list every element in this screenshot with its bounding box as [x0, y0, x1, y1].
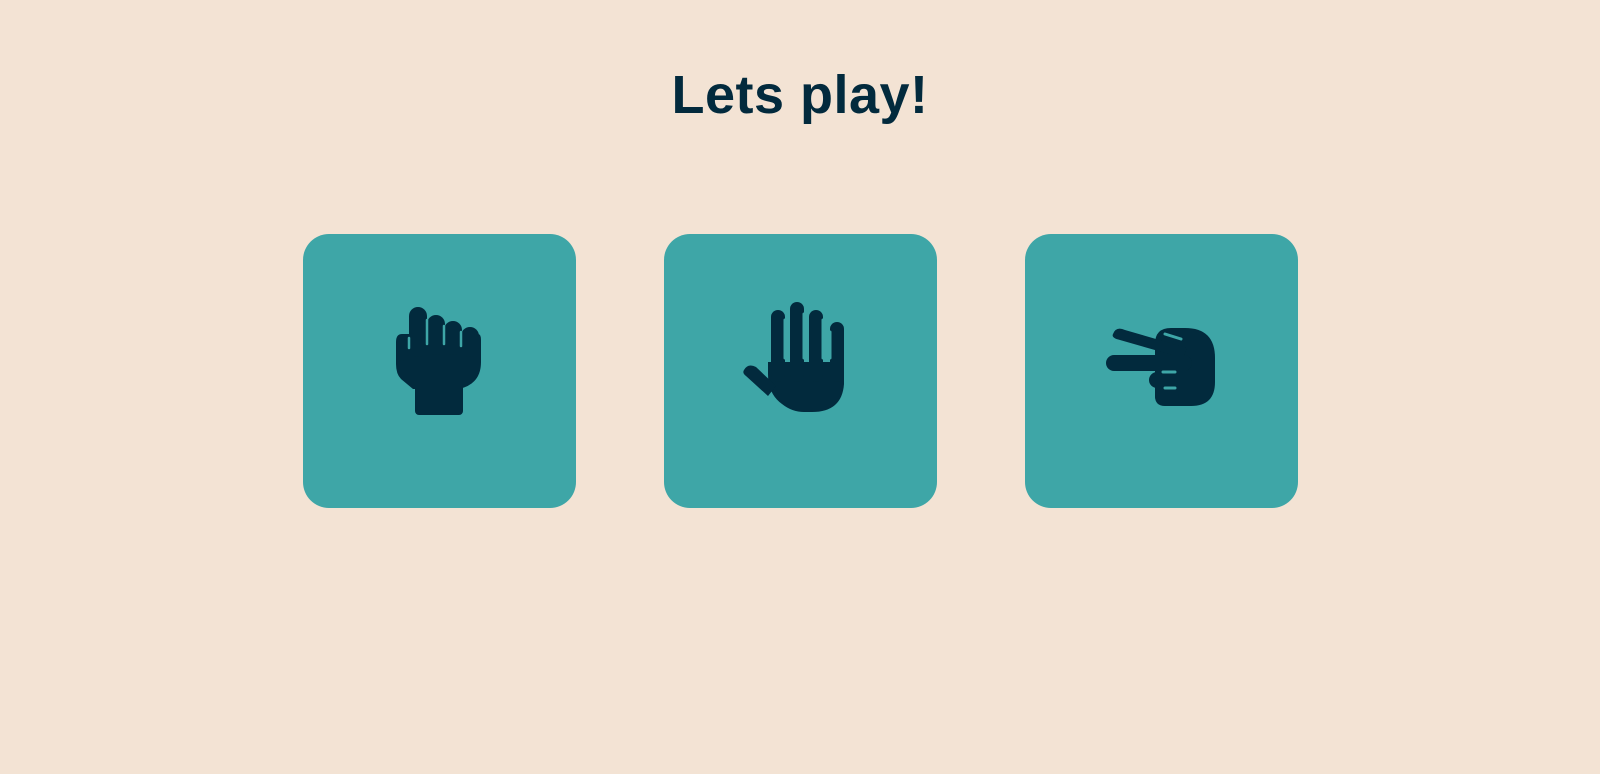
rock-fist-icon [396, 307, 481, 415]
paper-hand-icon [743, 302, 844, 412]
scissors-hand-icon [1106, 328, 1215, 406]
page-title: Lets play! [671, 65, 929, 125]
paper-button[interactable] [664, 234, 937, 508]
rock-button[interactable] [303, 234, 576, 508]
scissors-button[interactable] [1025, 234, 1298, 508]
game-screen: Lets play! [0, 0, 1600, 774]
choice-row [303, 234, 1298, 508]
